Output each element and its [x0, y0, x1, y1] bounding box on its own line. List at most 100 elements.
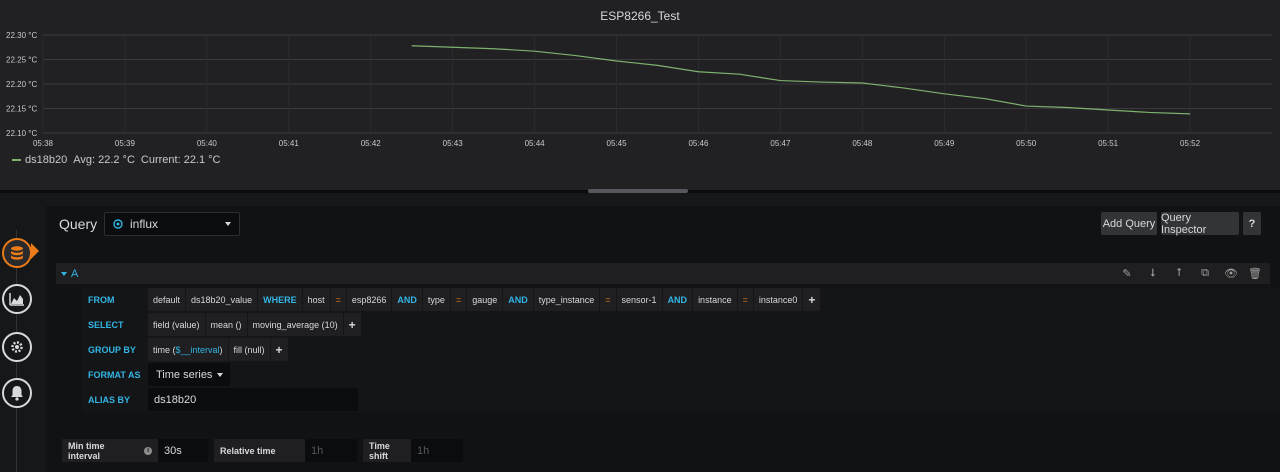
- x-tick-label: 05:39: [115, 139, 136, 148]
- x-tick-label: 05:50: [1016, 139, 1037, 148]
- x-tick-label: 05:38: [33, 139, 54, 148]
- visualization-tab-icon[interactable]: [2, 284, 32, 314]
- active-tab-pointer: [31, 243, 39, 259]
- select-field[interactable]: field (value): [148, 313, 205, 336]
- legend-current: Current: 22.1 °C: [140, 154, 221, 166]
- alert-tab-icon[interactable]: [2, 378, 32, 408]
- temperature-chart[interactable]: 22.10 °C 22.15 °C 22.20 °C 22.25 °C 22.30 °C…: [0, 0, 1280, 150]
- tag-operator[interactable]: =: [330, 288, 346, 311]
- move-up-icon[interactable]: ⭡: [1172, 266, 1186, 280]
- tag-key[interactable]: host: [302, 288, 330, 311]
- datasource-name: influx: [130, 217, 159, 231]
- condition-join[interactable]: AND: [662, 288, 693, 311]
- group-by-line: GROUP BY time ( $__interval ) fill (null…: [82, 338, 289, 361]
- datasource-picker[interactable]: influx: [104, 212, 240, 236]
- info-icon[interactable]: i: [144, 446, 152, 455]
- select-aggregation[interactable]: mean (): [205, 313, 247, 336]
- format-as-select[interactable]: Time series: [148, 363, 230, 386]
- series-line-ds18b20: [411, 45, 1191, 115]
- time-shift-label: Time shift: [363, 439, 411, 462]
- toggle-visibility-icon[interactable]: 👁: [1224, 266, 1238, 280]
- help-button[interactable]: ?: [1243, 212, 1261, 235]
- tag-key[interactable]: type_instance: [533, 288, 600, 311]
- tag-value[interactable]: gauge: [467, 288, 503, 311]
- y-tick-label: 22.10 °C: [6, 129, 37, 138]
- retention-policy[interactable]: default: [148, 288, 186, 311]
- legend: ds18b20 Avg: 22.2 °C Current: 22.1 °C: [12, 154, 221, 166]
- time-shift-input[interactable]: 1h: [411, 439, 463, 462]
- format-as-line: FORMAT AS Time series: [82, 363, 232, 386]
- query-inspector-button[interactable]: Query Inspector: [1161, 212, 1239, 236]
- query-editor: Query influx Add Query Query Inspector ?…: [46, 206, 1280, 472]
- x-tick-label: 05:43: [443, 139, 464, 148]
- relative-time-input[interactable]: 1h: [305, 439, 357, 462]
- x-tick-label: 05:40: [197, 139, 218, 148]
- queries-tab-icon[interactable]: [2, 238, 32, 268]
- min-interval-label-text: Min time interval: [68, 440, 105, 461]
- general-tab-icon[interactable]: [2, 332, 32, 362]
- database-icon: [11, 246, 23, 260]
- query-options-bar: Min time interval i 30s Relative time 1h…: [62, 439, 469, 462]
- bell-icon: [11, 386, 23, 401]
- select-keyword: SELECT: [82, 313, 146, 336]
- area-chart-icon: [9, 293, 24, 306]
- y-tick-label: 22.15 °C: [6, 105, 37, 114]
- select-transform[interactable]: moving_average (10): [247, 313, 343, 336]
- alias-by-line: ALIAS BY ds18b20: [82, 388, 358, 411]
- condition-join[interactable]: AND: [392, 288, 422, 311]
- duplicate-icon[interactable]: ⧉: [1198, 266, 1212, 280]
- x-tick-label: 05:41: [279, 139, 300, 148]
- legend-swatch: [12, 159, 21, 161]
- x-tick-label: 05:48: [852, 139, 873, 148]
- group-by-time-prefix: time (: [153, 344, 176, 355]
- tag-operator[interactable]: =: [737, 288, 753, 311]
- add-group-by-button[interactable]: +: [270, 338, 288, 361]
- tag-value[interactable]: esp8266: [346, 288, 392, 311]
- datasource-icon: [113, 219, 123, 229]
- group-by-fill[interactable]: fill (null): [228, 338, 270, 361]
- x-tick-label: 05:47: [770, 139, 791, 148]
- relative-time-label: Relative time: [214, 439, 305, 462]
- from-keyword: FROM: [82, 288, 146, 311]
- measurement[interactable]: ds18b20_value: [186, 288, 258, 311]
- move-down-icon[interactable]: ⭣: [1146, 266, 1160, 280]
- add-query-button[interactable]: Add Query: [1101, 212, 1157, 235]
- min-interval-label: Min time interval i: [62, 439, 158, 462]
- tag-value[interactable]: sensor-1: [616, 288, 662, 311]
- group-by-keyword: GROUP BY: [82, 338, 146, 361]
- select-line: SELECT field (value) mean () moving_aver…: [82, 313, 362, 336]
- tag-value[interactable]: instance0: [753, 288, 803, 311]
- alias-by-input[interactable]: ds18b20: [148, 388, 358, 411]
- min-interval-input[interactable]: 30s: [158, 439, 208, 462]
- x-tick-label: 05:52: [1180, 139, 1201, 148]
- add-condition-button[interactable]: +: [803, 288, 821, 311]
- format-as-value: Time series: [156, 368, 213, 381]
- group-by-time[interactable]: time ( $__interval ): [148, 338, 228, 361]
- tag-key[interactable]: instance: [693, 288, 737, 311]
- x-tick-label: 05:51: [1098, 139, 1119, 148]
- legend-avg: Avg: 22.2 °C: [73, 154, 135, 166]
- collapse-chevron-icon[interactable]: [61, 271, 67, 276]
- alias-by-keyword: ALIAS BY: [82, 388, 146, 411]
- chevron-down-icon: [225, 222, 231, 226]
- condition-join[interactable]: AND: [503, 288, 533, 311]
- where-keyword: WHERE: [258, 288, 302, 311]
- tag-key[interactable]: type: [422, 288, 450, 311]
- query-label: Query: [59, 216, 98, 232]
- group-by-time-suffix: ): [219, 344, 223, 355]
- graph-panel: ESP8266_Test 22.10 °C 22.15 °C 22.20 °C 22.…: [0, 0, 1280, 190]
- y-tick-label: 22.25 °C: [6, 56, 37, 65]
- add-select-button[interactable]: +: [343, 313, 361, 336]
- x-tick-label: 05:49: [934, 139, 955, 148]
- x-tick-label: 05:45: [607, 139, 628, 148]
- edit-raw-icon[interactable]: ✎: [1120, 266, 1134, 280]
- legend-series-name[interactable]: ds18b20: [25, 154, 67, 166]
- format-as-keyword: FORMAT AS: [82, 363, 146, 386]
- gear-icon: [11, 341, 23, 353]
- y-tick-label: 22.20 °C: [6, 80, 37, 89]
- tag-operator[interactable]: =: [600, 288, 616, 311]
- delete-icon[interactable]: 🗑: [1248, 266, 1262, 280]
- query-row-header[interactable]: A ✎ ⭣ ⭡ ⧉ 👁 🗑: [56, 263, 1270, 284]
- tag-operator[interactable]: =: [450, 288, 467, 311]
- x-tick-label: 05:44: [525, 139, 546, 148]
